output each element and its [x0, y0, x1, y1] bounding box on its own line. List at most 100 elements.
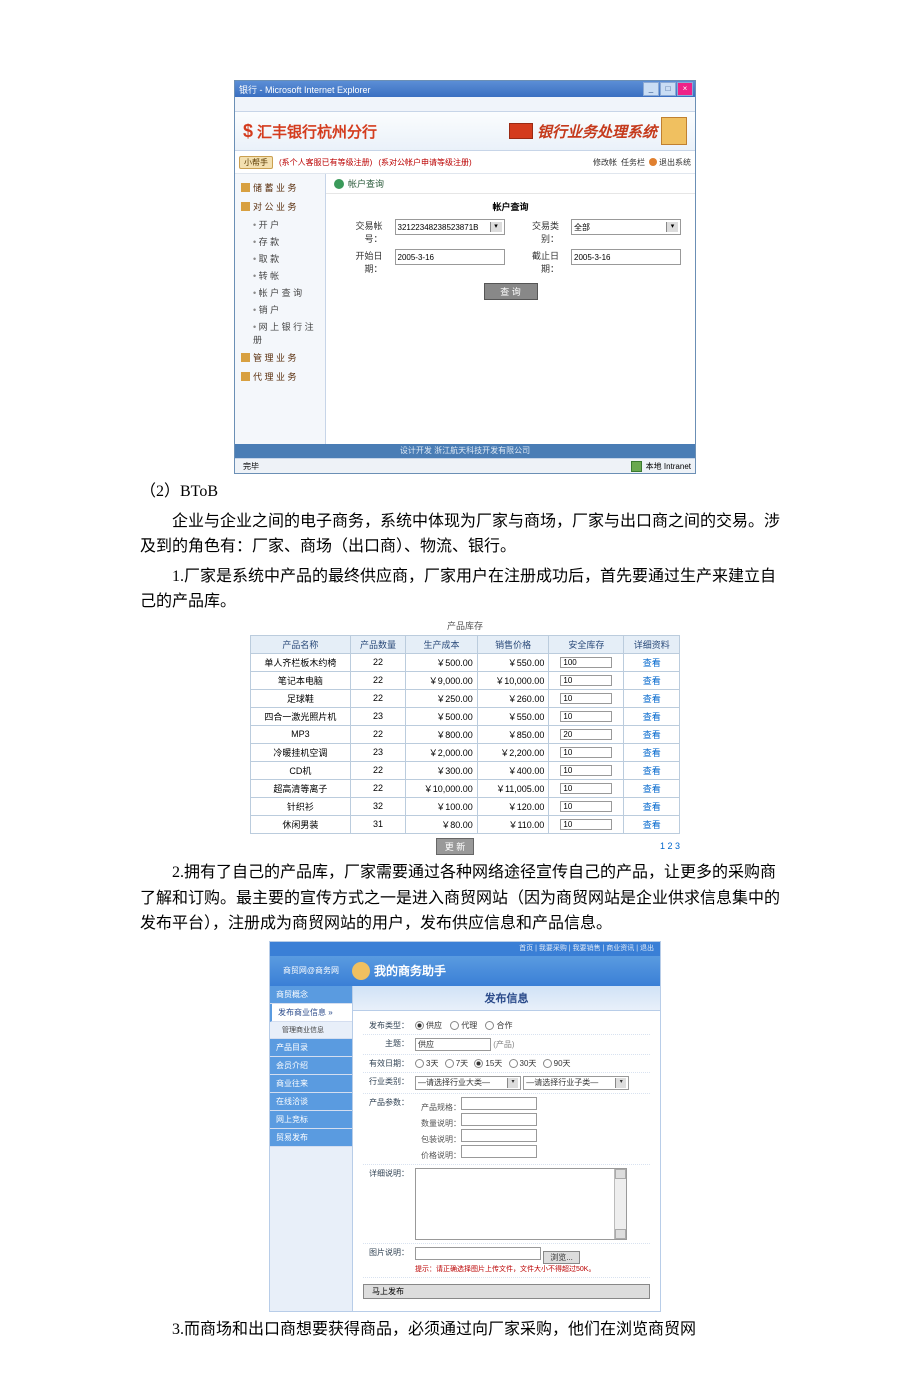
pub-topbar[interactable]: 首页 | 我要采购 | 我要销售 | 商业资讯 | 退出 — [270, 942, 660, 956]
sidebar-item[interactable]: 开 户 — [235, 216, 325, 233]
view-link[interactable]: 查看 — [643, 766, 661, 776]
handbook-button[interactable]: 小帮手 — [239, 156, 273, 169]
pub-title: 我的商务助手 — [374, 962, 446, 979]
price-input[interactable] — [461, 1145, 537, 1158]
cell-name: CD机 — [251, 761, 351, 779]
safe-stock-input[interactable]: 10 — [560, 711, 612, 722]
inventory-screenshot: 产品库存 产品名称 产品数量 生产成本 销售价格 安全库存 详细资料 单人齐栏板… — [250, 619, 680, 855]
view-link[interactable]: 查看 — [643, 730, 661, 740]
view-link[interactable]: 查看 — [643, 712, 661, 722]
dot-icon — [334, 179, 344, 189]
change-account-link[interactable]: 修改帐 — [593, 157, 617, 168]
pf-expire-label: 有效日期： — [363, 1058, 409, 1069]
ps-item[interactable]: 网上竞标 — [270, 1111, 352, 1129]
brand-text: 汇丰银行杭州分行 — [257, 121, 377, 142]
safe-stock-input[interactable]: 100 — [560, 657, 612, 668]
cell-qty: 23 — [350, 743, 405, 761]
radio-3d[interactable] — [415, 1059, 426, 1068]
view-link[interactable]: 查看 — [643, 820, 661, 830]
view-link[interactable]: 查看 — [643, 658, 661, 668]
safe-stock-input[interactable]: 10 — [560, 783, 612, 794]
sidebar-item[interactable]: 取 款 — [235, 250, 325, 267]
detail-textarea[interactable] — [415, 1168, 627, 1240]
safe-stock-input[interactable]: 10 — [560, 765, 612, 776]
minimize-icon[interactable]: _ — [643, 82, 659, 96]
close-icon[interactable]: × — [677, 82, 693, 96]
cell-name: 足球鞋 — [251, 689, 351, 707]
view-link[interactable]: 查看 — [643, 694, 661, 704]
status-net: 本地 Intranet — [646, 461, 691, 472]
view-link[interactable]: 查看 — [643, 748, 661, 758]
safe-stock-input[interactable]: 10 — [560, 801, 612, 812]
cell-qty: 22 — [350, 779, 405, 797]
radio-90d[interactable] — [543, 1059, 554, 1068]
ps-section[interactable]: 商贸概念 — [270, 986, 352, 1004]
ps-item[interactable]: 商业往来 — [270, 1075, 352, 1093]
radio-7d[interactable] — [445, 1059, 456, 1068]
update-button[interactable]: 更 新 — [436, 838, 475, 855]
industry-select-1[interactable]: —请选择行业大类—▾ — [415, 1076, 521, 1090]
ps-item[interactable]: 会员介绍 — [270, 1057, 352, 1075]
view-link[interactable]: 查看 — [643, 784, 661, 794]
subject-input[interactable]: 供应 — [415, 1038, 491, 1051]
cell-safe: 10 — [549, 797, 624, 815]
radio-coop[interactable] — [485, 1021, 496, 1030]
ps-item-sub[interactable]: 管理商业信息 — [270, 1022, 352, 1039]
sidebar-item[interactable]: 转 帐 — [235, 267, 325, 284]
view-link[interactable]: 查看 — [643, 676, 661, 686]
ps-item[interactable]: 贸易发布 — [270, 1129, 352, 1147]
safe-stock-input[interactable]: 10 — [560, 675, 612, 686]
safe-stock-input[interactable]: 10 — [560, 819, 612, 830]
table-row: 休闲男装31￥80.00￥110.0010查看 — [251, 815, 680, 833]
end-date-input[interactable]: 2005-3-16 — [571, 249, 681, 265]
ps-item[interactable]: 产品目录 — [270, 1039, 352, 1057]
browse-button[interactable]: 浏览... — [543, 1251, 580, 1264]
scrollbar[interactable] — [614, 1169, 626, 1239]
radio-agent[interactable] — [450, 1021, 461, 1030]
ps-item[interactable]: 在线洽谈 — [270, 1093, 352, 1111]
type-select[interactable]: 全部▾ — [571, 219, 681, 235]
sidebar-item[interactable]: 帐 户 查 询 — [235, 284, 325, 301]
bank-banner: $ 汇丰银行杭州分行 银行业务处理系统 — [235, 112, 695, 151]
exit-link[interactable]: 退出系统 — [649, 157, 691, 168]
submit-button[interactable]: 马上发布 — [363, 1284, 650, 1299]
sidebar-cat-personal[interactable]: 对 公 业 务 — [235, 197, 325, 216]
cell-cost: ￥10,000.00 — [406, 779, 478, 797]
maximize-icon[interactable]: □ — [660, 82, 676, 96]
sidebar-cat-deposit[interactable]: 储 蓄 业 务 — [235, 178, 325, 197]
pkg-input[interactable] — [461, 1129, 537, 1142]
table-row: MP322￥800.00￥850.0020查看 — [251, 725, 680, 743]
bank-notice-bar: 小帮手 (系个人客服已有等级注册) (系对公帐户申请等级注册) 修改帐 任务栏 … — [235, 151, 695, 174]
cell-safe: 20 — [549, 725, 624, 743]
sidebar-item[interactable]: 存 款 — [235, 233, 325, 250]
cell-price: ￥260.00 — [477, 689, 549, 707]
cell-name: MP3 — [251, 725, 351, 743]
sidebar-item[interactable]: 网 上 银 行 注 册 — [235, 318, 325, 348]
cell-qty: 23 — [350, 707, 405, 725]
acct-select[interactable]: 32122348238523871B▾ — [395, 219, 505, 235]
safe-stock-input[interactable]: 10 — [560, 747, 612, 758]
radio-30d[interactable] — [509, 1059, 520, 1068]
spec-input[interactable] — [461, 1097, 537, 1110]
image-path-input[interactable] — [415, 1247, 541, 1260]
radio-supply[interactable] — [415, 1021, 426, 1030]
safe-stock-input[interactable]: 10 — [560, 693, 612, 704]
publish-screenshot: 首页 | 我要采购 | 我要销售 | 商业资讯 | 退出 商贸网@商务网 我的商… — [269, 941, 661, 1312]
sidebar-cat-fin[interactable]: 代 理 业 务 — [235, 367, 325, 386]
pager[interactable]: 1 2 3 — [660, 841, 680, 851]
cell-qty: 32 — [350, 797, 405, 815]
qty-input[interactable] — [461, 1113, 537, 1126]
safe-stock-input[interactable]: 20 — [560, 729, 612, 740]
notice-link-2[interactable]: (系对公帐户申请等级注册) — [378, 157, 471, 168]
taskbar-link[interactable]: 任务栏 — [621, 157, 645, 168]
industry-select-2[interactable]: —请选择行业子类—▾ — [523, 1076, 629, 1090]
search-button[interactable]: 查 询 — [484, 283, 538, 300]
sidebar-cat-mgmt[interactable]: 管 理 业 务 — [235, 348, 325, 367]
start-date-input[interactable]: 2005-3-16 — [395, 249, 505, 265]
notice-link-1[interactable]: (系个人客服已有等级注册) — [279, 157, 372, 168]
sidebar-item[interactable]: 销 户 — [235, 301, 325, 318]
radio-15d[interactable] — [474, 1059, 485, 1068]
cell-name: 冷暖挂机空调 — [251, 743, 351, 761]
ps-item-active[interactable]: 发布商业信息 » — [270, 1004, 352, 1022]
view-link[interactable]: 查看 — [643, 802, 661, 812]
